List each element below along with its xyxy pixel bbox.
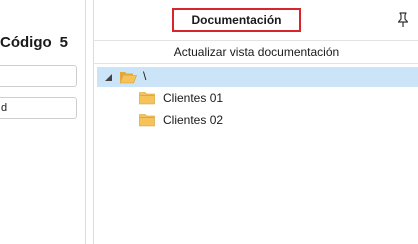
folder-icon	[139, 114, 155, 127]
refresh-documentation-button[interactable]: Actualizar vista documentación	[94, 41, 418, 64]
tree-node-clientes-01[interactable]: Clientes 01	[94, 89, 418, 109]
pin-icon[interactable]	[396, 12, 410, 28]
code-heading: Código 5	[0, 34, 68, 51]
tree-item-label: Clientes 01	[163, 91, 224, 105]
folder-open-icon	[119, 72, 137, 84]
folder-icon	[139, 92, 155, 105]
app-root: Código 5 d Documentación Actualizar vista…	[0, 0, 418, 244]
left-panel: Código 5 d	[0, 0, 86, 244]
documentation-panel: Documentación Actualizar vista documenta…	[93, 0, 418, 244]
collapse-triangle-icon[interactable]	[104, 73, 112, 81]
tree-node-root[interactable]: \	[97, 67, 418, 87]
panel-header: Documentación	[94, 0, 418, 41]
left-input-2[interactable]: d	[0, 97, 77, 119]
code-heading-label: Código	[0, 34, 52, 51]
tree-item-label: Clientes 02	[163, 113, 224, 127]
left-input-1[interactable]	[0, 65, 77, 87]
documentation-tab[interactable]: Documentación	[172, 8, 301, 32]
code-heading-count: 5	[59, 34, 68, 51]
tree-root-label: \	[143, 69, 147, 83]
tree-node-clientes-02[interactable]: Clientes 02	[94, 111, 418, 131]
